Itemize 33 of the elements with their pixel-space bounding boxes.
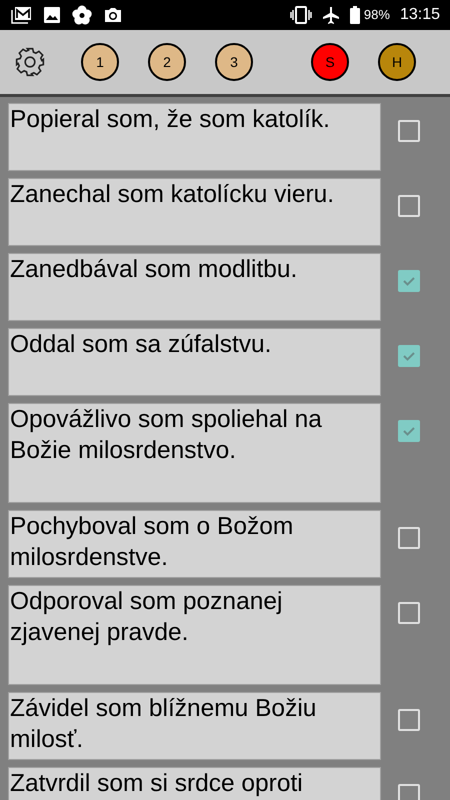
checkbox[interactable] — [398, 709, 420, 731]
item-text: Opovážlivo som spoliehal na Božie milosrdenstvo. — [10, 405, 323, 466]
round-button[interactable]: 1 — [81, 43, 119, 81]
round-button[interactable]: S — [311, 43, 349, 81]
camera-icon — [104, 7, 122, 23]
round-button[interactable]: 3 — [215, 43, 253, 81]
flower-icon — [72, 5, 92, 25]
item-text: Odporoval som poznanej zjavenej pravde. — [10, 587, 284, 648]
round-button[interactable]: 2 — [148, 43, 186, 81]
airplane-icon — [322, 6, 340, 24]
checkbox[interactable] — [398, 527, 420, 549]
checkbox[interactable] — [398, 345, 420, 367]
item-text: Popieral som, že som katolík. — [10, 105, 331, 135]
image-icon — [44, 7, 60, 23]
item-text: Zanedbával som modlitbu. — [10, 255, 298, 285]
item-text: Oddal som sa zúfalstvu. — [10, 330, 272, 360]
checkbox[interactable] — [398, 420, 420, 442]
vibrate-icon — [290, 6, 312, 24]
mail-icon — [10, 6, 32, 24]
settings-icon[interactable] — [14, 46, 46, 78]
item-text: Pochyboval som o Božom milosrdenstve. — [10, 512, 294, 573]
checkbox[interactable] — [398, 784, 420, 800]
checkbox[interactable] — [398, 270, 420, 292]
checkbox[interactable] — [398, 120, 420, 142]
item-text: Zatvrdil som si srdce oproti — [10, 769, 304, 799]
battery-icon — [350, 6, 360, 24]
checkbox[interactable] — [398, 195, 420, 217]
checkbox[interactable] — [398, 602, 420, 624]
clock-time: 13:15 — [400, 5, 440, 25]
item-text: Zanechal som katolícku vieru. — [10, 180, 336, 210]
round-button[interactable]: H — [378, 43, 416, 81]
battery-percentage: 98% — [364, 6, 390, 24]
item-text: Závidel som blížnemu Božiu milosť. — [10, 694, 318, 755]
